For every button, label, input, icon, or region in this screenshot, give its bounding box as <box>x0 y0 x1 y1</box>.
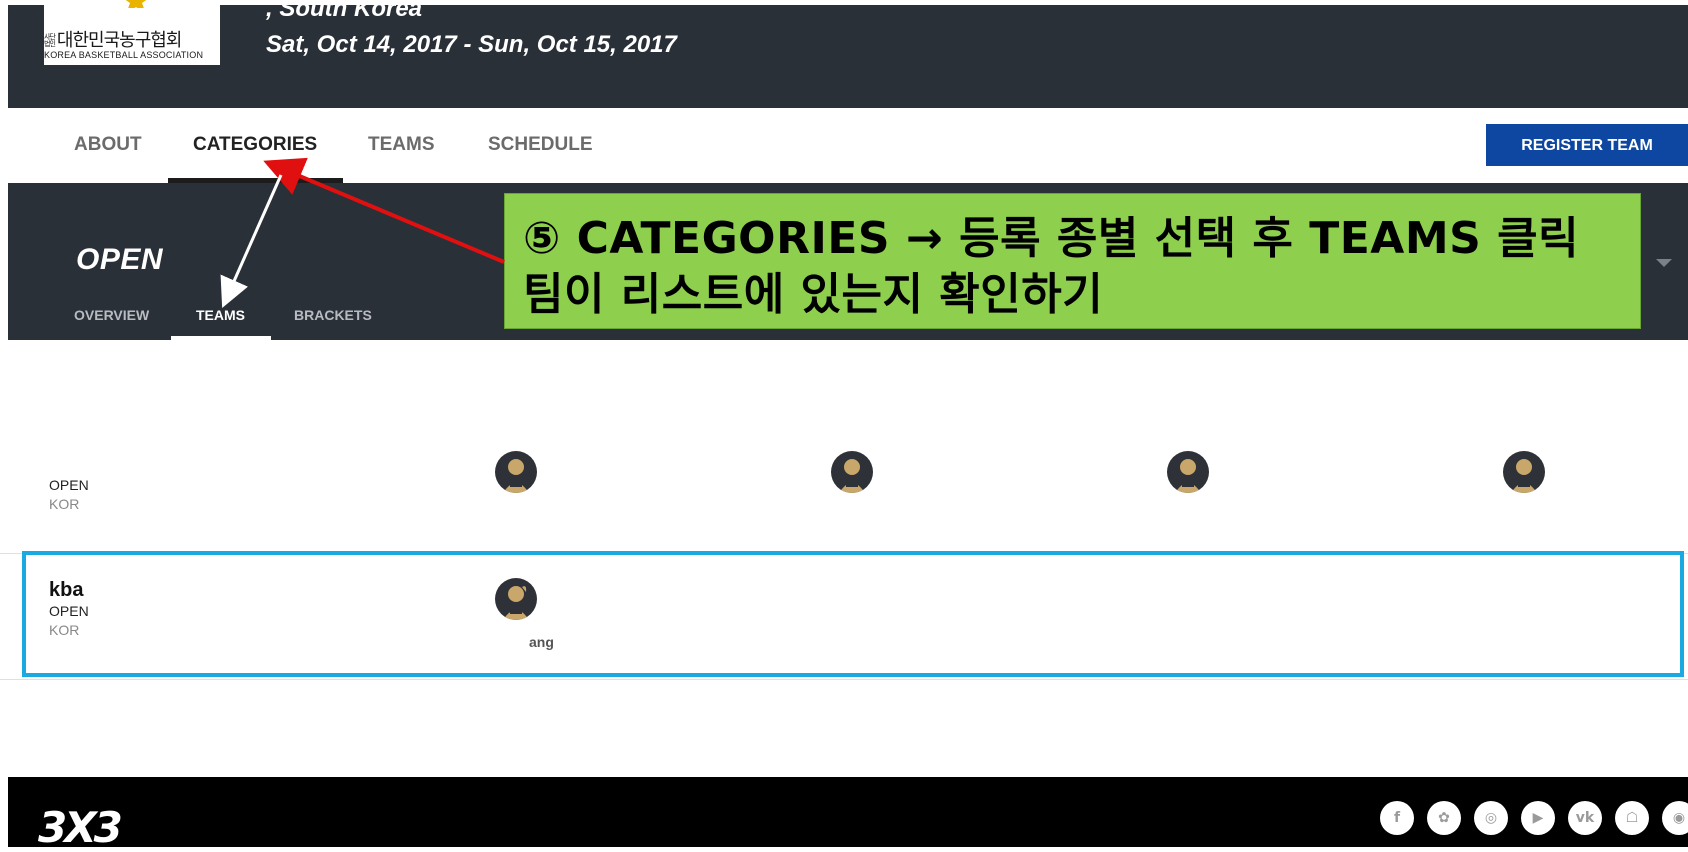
twitter-icon[interactable]: ✿ <box>1427 801 1461 835</box>
tab-brackets[interactable]: BRACKETS <box>294 307 372 323</box>
vk-icon[interactable]: vk <box>1568 801 1602 835</box>
footer: 3X3 f ✿ ◎ ▶ vk ☖ ◉ <box>8 777 1688 852</box>
annotation-line-2: 팀이 리스트에 있는지 확인하기 <box>523 269 1104 320</box>
team-highlight-box <box>22 551 1684 677</box>
snapchat-icon[interactable]: ☖ <box>1615 801 1649 835</box>
annotation-line-1: ⑤ CATEGORIES → 등록 종별 선택 후 TEAMS 클릭 <box>523 213 1580 264</box>
category-title: OPEN <box>76 243 164 276</box>
annotation-callout: ⑤ CATEGORIES → 등록 종별 선택 후 TEAMS 클릭 팀이 리스… <box>504 193 1641 329</box>
register-team-button[interactable]: REGISTER TEAM <box>1486 124 1688 166</box>
chevron-down-icon[interactable] <box>1656 259 1672 267</box>
player-avatar-icon[interactable] <box>1503 451 1545 493</box>
tab-active-indicator <box>171 336 271 340</box>
instagram-icon[interactable]: ◎ <box>1474 801 1508 835</box>
tab-overview[interactable]: OVERVIEW <box>74 307 149 323</box>
nav-about[interactable]: ABOUT <box>74 134 142 156</box>
logo-kr-small: 사단 법인 <box>44 33 56 48</box>
event-header: 사단 법인 대한민국농구협회 KOREA BASKETBALL ASSOCIATI… <box>8 0 1688 108</box>
nav-teams[interactable]: TEAMS <box>368 134 435 156</box>
logo-emblem-icon <box>125 0 147 8</box>
facebook-icon[interactable]: f <box>1380 801 1414 835</box>
logo-kr-text: 대한민국농구협회 <box>56 30 182 51</box>
event-dates: Sat, Oct 14, 2017 - Sun, Oct 15, 2017 <box>266 31 677 58</box>
player-avatar-icon[interactable] <box>1167 451 1209 493</box>
youtube-icon[interactable]: ▶ <box>1521 801 1555 835</box>
event-location: , South Korea <box>266 0 423 22</box>
weibo-icon[interactable]: ◉ <box>1662 801 1688 835</box>
team-row[interactable]: OPEN KOR <box>0 420 1688 554</box>
logo-en-text: KOREA BASKETBALL ASSOCIATION <box>44 50 204 60</box>
tab-teams[interactable]: TEAMS <box>196 307 245 323</box>
team-category: OPEN <box>49 477 89 493</box>
main-nav: ABOUT CATEGORIES TEAMS SCHEDULE REGISTER… <box>0 108 1688 183</box>
fiba-3x3-logo[interactable]: 3X3 <box>38 803 123 852</box>
nav-categories[interactable]: CATEGORIES <box>193 134 317 156</box>
team-country: KOR <box>49 496 80 512</box>
nav-schedule[interactable]: SCHEDULE <box>488 134 593 156</box>
player-avatar-icon[interactable] <box>831 451 873 493</box>
kba-logo[interactable]: 사단 법인 대한민국농구협회 KOREA BASKETBALL ASSOCIATI… <box>44 0 220 65</box>
player-avatar-icon[interactable] <box>495 451 537 493</box>
